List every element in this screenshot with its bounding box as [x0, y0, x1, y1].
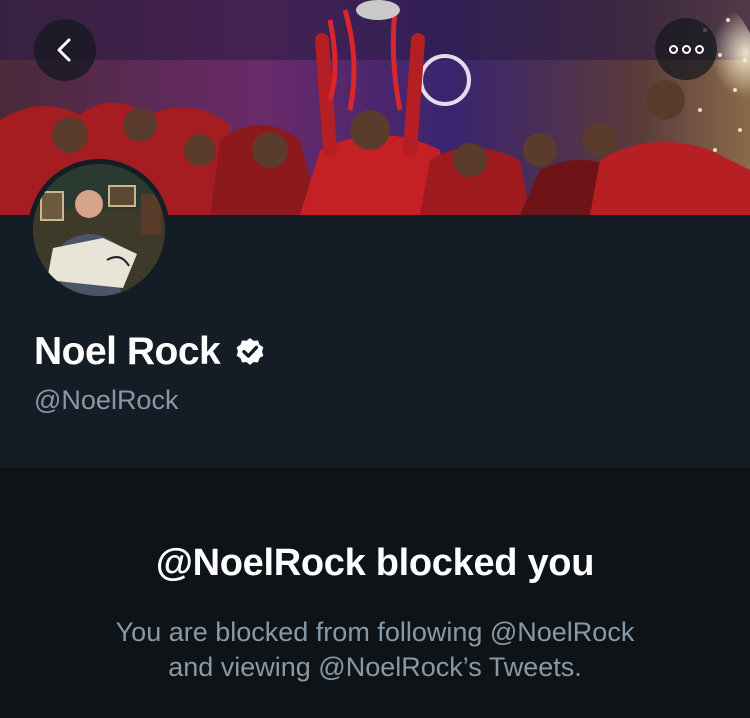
avatar-photo	[33, 164, 165, 296]
blocked-description-line-2: and viewing @NoelRock’s Tweets.	[168, 652, 582, 682]
blocked-notice: @NoelRock blocked you You are blocked fr…	[0, 468, 750, 718]
user-handle: @NoelRock	[34, 385, 179, 415]
blocked-title: @NoelRock blocked you	[155, 542, 595, 584]
display-name: Noel Rock	[34, 330, 221, 373]
profile-page: Noel Rock @NoelRock @NoelRock blocked yo…	[0, 0, 750, 718]
name-row: Noel Rock	[34, 330, 266, 374]
more-options-button[interactable]	[655, 18, 717, 80]
back-button[interactable]	[34, 19, 96, 81]
chevron-left-icon	[57, 38, 71, 62]
blocked-description: You are blocked from following @NoelRock…	[0, 615, 750, 685]
avatar[interactable]	[28, 159, 170, 301]
more-options-icon	[668, 44, 704, 54]
verified-badge-icon	[236, 338, 264, 365]
blocked-description-line-1: You are blocked from following @NoelRock	[115, 617, 635, 647]
